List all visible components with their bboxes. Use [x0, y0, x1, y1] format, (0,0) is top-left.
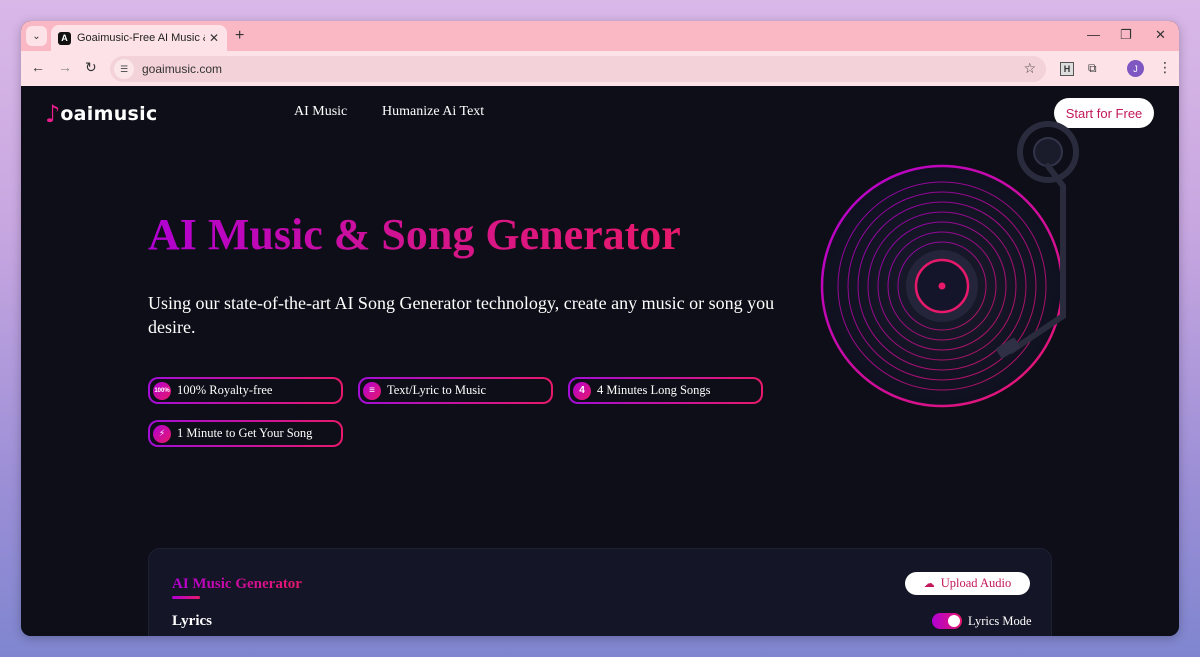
browser-window: ⌄ A Goaimusic-Free AI Music & Son ✕ + — … — [21, 21, 1179, 636]
cloud-upload-icon: ☁ — [923, 578, 935, 590]
new-tab-button[interactable]: + — [235, 27, 244, 45]
site-info-icon[interactable]: ☰ — [114, 59, 134, 79]
nav-link-humanize[interactable]: Humanize Ai Text — [382, 104, 484, 120]
hero-subtitle: Using our state-of-the-art AI Song Gener… — [148, 293, 775, 337]
hero-title: AI Music & Song Generator — [148, 210, 681, 259]
feature-long-songs: 4 4 Minutes Long Songs — [568, 377, 763, 404]
feature-label: 100% Royalty-free — [177, 383, 273, 397]
active-tab-indicator — [172, 596, 200, 599]
restore-button[interactable]: ❐ — [1120, 27, 1132, 43]
page-content: ♪ oaimusic AI Music Humanize Ai Text Sta… — [21, 86, 1179, 636]
menu-kebab-icon[interactable]: ⋮ — [1158, 59, 1172, 76]
minimize-button[interactable]: — — [1087, 27, 1100, 42]
tab-search-button[interactable]: ⌄ — [26, 26, 47, 46]
vinyl-record-illustration — [820, 121, 1079, 408]
reload-icon[interactable]: ↻ — [85, 59, 97, 76]
lyrics-mode-label: Lyrics Mode — [968, 614, 1032, 628]
feature-label: 1 Minute to Get Your Song — [177, 426, 313, 440]
logo-text: oaimusic — [60, 103, 158, 125]
badge-100-icon: 100% — [153, 381, 171, 400]
music-note-icon: ♪ — [45, 100, 61, 128]
upload-audio-label: Upload Audio — [940, 576, 1012, 590]
nav-link-ai-music[interactable]: AI Music — [294, 104, 347, 120]
upload-audio-button[interactable]: ☁ Upload Audio — [905, 572, 1030, 595]
extensions-puzzle-icon[interactable]: ⧉ — [1088, 61, 1097, 76]
forward-arrow-icon[interactable]: → — [58, 59, 72, 75]
back-arrow-icon[interactable]: ← — [31, 59, 45, 75]
close-tab-icon[interactable]: ✕ — [209, 31, 219, 45]
address-bar[interactable]: ☰ goaimusic.com ☆ — [110, 56, 1046, 82]
feature-label: Text/Lyric to Music — [387, 383, 487, 397]
url-text: goaimusic.com — [142, 62, 223, 76]
site-logo[interactable]: ♪ oaimusic — [45, 100, 158, 128]
lines-icon: ≡ — [363, 381, 381, 400]
lyrics-heading: Lyrics — [172, 613, 212, 629]
feature-label: 4 Minutes Long Songs — [597, 383, 711, 397]
chevron-down-icon: ⌄ — [32, 30, 41, 42]
tab-strip: ⌄ A Goaimusic-Free AI Music & Son ✕ + — … — [21, 21, 1179, 51]
profile-avatar[interactable]: J — [1127, 60, 1144, 77]
feature-text-to-music: ≡ Text/Lyric to Music — [358, 377, 553, 404]
browser-tab-active[interactable]: A Goaimusic-Free AI Music & Son ✕ — [51, 25, 227, 51]
site-favicon-icon: A — [58, 31, 71, 45]
four-badge-icon: 4 — [573, 381, 591, 400]
lightning-icon: ⚡ — [153, 424, 171, 443]
tab-ai-music-generator[interactable]: AI Music Generator — [172, 576, 302, 593]
toggle-knob — [948, 615, 960, 627]
lyrics-mode-toggle[interactable] — [932, 613, 962, 629]
browser-toolbar: ← → ↻ ☰ goaimusic.com ☆ H ⧉ J ⋮ — [21, 51, 1179, 86]
ai-music-generator-card: AI Music Generator ☁ Upload Audio Lyrics… — [148, 548, 1052, 636]
tab-title: Goaimusic-Free AI Music & Son — [77, 32, 205, 44]
extension-h-icon[interactable]: H — [1060, 62, 1074, 76]
feature-one-minute: ⚡ 1 Minute to Get Your Song — [148, 420, 343, 447]
feature-royalty-free: 100% 100% Royalty-free — [148, 377, 343, 404]
close-window-button[interactable]: ✕ — [1155, 27, 1166, 43]
bookmark-star-icon[interactable]: ☆ — [1023, 60, 1036, 77]
